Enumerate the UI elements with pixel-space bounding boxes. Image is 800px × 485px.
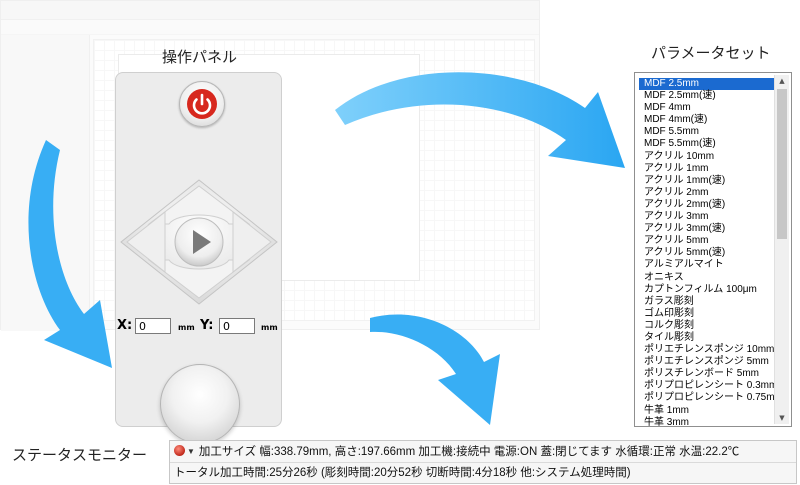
- parameter-set-caption: パラメータセット: [651, 44, 771, 62]
- x-coordinate-input[interactable]: 0: [135, 318, 171, 334]
- parameter-item[interactable]: MDF 5.5mm(速): [639, 138, 777, 150]
- knob-icon[interactable]: [160, 364, 240, 444]
- parameter-item[interactable]: アクリル 3mm: [639, 211, 777, 223]
- arrow-to-status-monitor: [370, 314, 500, 425]
- status-monitor-caption: ステータスモニター: [12, 446, 148, 464]
- parameter-item[interactable]: アクリル 1mm(速): [639, 175, 777, 187]
- x-unit-label: mm: [178, 323, 195, 332]
- parameter-list-scrollbar[interactable]: ▲ ▼: [774, 75, 789, 424]
- parameter-item[interactable]: アクリル 5mm(速): [639, 247, 777, 259]
- power-icon: [187, 89, 217, 119]
- scroll-up-button[interactable]: ▲: [775, 75, 789, 87]
- scroll-thumb[interactable]: [777, 89, 787, 239]
- parameter-item[interactable]: ポリプロピレンシート 0.75mm: [639, 392, 783, 404]
- scroll-down-button[interactable]: ▼: [775, 412, 789, 424]
- parameter-item[interactable]: タイル彫刻: [639, 332, 777, 344]
- jog-direction-pad[interactable]: [117, 178, 281, 306]
- x-coordinate-label: X:: [117, 318, 133, 333]
- parameter-item[interactable]: コルク彫刻: [639, 320, 777, 332]
- parameter-item[interactable]: 牛革 3mm: [639, 417, 777, 426]
- status-text-1: 加工サイズ 幅:338.79mm, 高さ:197.66mm 加工機:接続中 電源…: [198, 446, 740, 458]
- power-button[interactable]: [179, 81, 225, 127]
- parameter-item[interactable]: ゴム印彫刻: [639, 308, 777, 320]
- status-monitor: ▼ 加工サイズ 幅:338.79mm, 高さ:197.66mm 加工機:接続中 電…: [169, 440, 797, 484]
- arrow-to-control-panel: [28, 140, 112, 368]
- parameter-item[interactable]: ガラス彫刻: [639, 296, 777, 308]
- parameter-item[interactable]: カプトンフィルム 100μm: [639, 284, 777, 296]
- parameter-item[interactable]: オニキス: [639, 272, 777, 284]
- y-coordinate-label: Y:: [200, 318, 214, 333]
- status-led-icon[interactable]: [174, 445, 185, 456]
- parameter-item[interactable]: ポリプロピレンシート 0.3mm: [639, 380, 777, 392]
- parameter-item[interactable]: MDF 2.5mm: [639, 78, 777, 91]
- parameter-item[interactable]: MDF 4mm(速): [639, 114, 777, 126]
- parameter-item[interactable]: アクリル 3mm(速): [639, 223, 777, 235]
- y-unit-label: mm: [261, 323, 278, 332]
- status-line-1: ▼ 加工サイズ 幅:338.79mm, 高さ:197.66mm 加工機:接続中 電…: [174, 442, 739, 462]
- parameter-item[interactable]: アクリル 5mm: [639, 235, 777, 247]
- parameter-item[interactable]: MDF 2.5mm(速): [639, 90, 777, 102]
- control-panel-caption: 操作パネル: [162, 48, 238, 66]
- parameter-item[interactable]: ポリエチレンスポンジ 5mm: [639, 356, 777, 368]
- parameter-item[interactable]: アルミアルマイト: [639, 259, 777, 271]
- parameter-item[interactable]: MDF 4mm: [639, 102, 777, 114]
- parameter-item[interactable]: MDF 5.5mm: [639, 126, 777, 138]
- parameter-items: MDF 2.5mm MDF 2.5mm(速) MDF 4mm MDF 4mm(速) MD…: [639, 78, 783, 426]
- status-line-2: トータル加工時間:25分26秒 (彫刻時間:20分52秒 切断時間:4分18秒 …: [174, 463, 631, 483]
- status-text-2: トータル加工時間:25分26秒 (彫刻時間:20分52秒 切断時間:4分18秒 …: [174, 467, 631, 479]
- parameter-item[interactable]: ポリエチレンスポンジ 10mm: [639, 344, 777, 356]
- parameter-set-list[interactable]: MDF 2.5mm MDF 2.5mm(速) MDF 4mm MDF 4mm(速) MD…: [634, 72, 792, 427]
- arrow-to-parameter-set: [335, 72, 625, 168]
- jog-left-button: [126, 210, 166, 274]
- parameter-item[interactable]: アクリル 2mm: [639, 187, 777, 199]
- jog-right-button: [232, 210, 272, 274]
- parameter-item[interactable]: 牛革 1mm: [639, 405, 777, 417]
- parameter-item[interactable]: アクリル 1mm: [639, 163, 777, 175]
- parameter-item[interactable]: アクリル 10mm: [639, 151, 777, 163]
- chevron-down-icon[interactable]: ▼: [187, 442, 195, 462]
- parameter-item[interactable]: ポリスチレンボード 5mm: [639, 368, 777, 380]
- parameter-item[interactable]: アクリル 2mm(速): [639, 199, 777, 211]
- y-coordinate-input[interactable]: 0: [219, 318, 255, 334]
